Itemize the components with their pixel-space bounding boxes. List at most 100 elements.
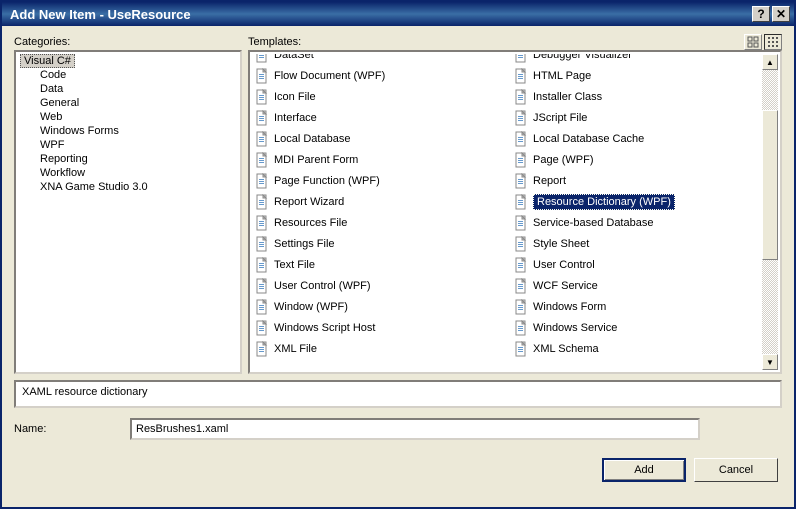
template-item[interactable]: User Control — [511, 254, 762, 275]
scroll-track[interactable] — [762, 70, 778, 354]
template-item[interactable]: Report — [511, 170, 762, 191]
template-item[interactable]: JScript File — [511, 107, 762, 128]
scrollbar[interactable]: ▲ ▼ — [762, 54, 778, 370]
file-icon — [254, 89, 270, 105]
file-icon — [513, 173, 529, 189]
template-label: Interface — [274, 112, 317, 124]
file-icon — [513, 320, 529, 336]
template-item[interactable]: WCF Service — [511, 275, 762, 296]
template-item[interactable]: Page (WPF) — [511, 149, 762, 170]
file-icon — [513, 131, 529, 147]
template-item[interactable]: Service-based Database — [511, 212, 762, 233]
template-label: JScript File — [533, 112, 587, 124]
tree-item[interactable]: Web — [16, 110, 240, 124]
template-label: Page Function (WPF) — [274, 175, 380, 187]
file-icon — [513, 110, 529, 126]
file-icon — [254, 236, 270, 252]
template-item[interactable]: Icon File — [252, 86, 503, 107]
templates-list[interactable]: DataSet Flow Document (WPF) Icon File Inter… — [248, 50, 782, 374]
file-icon — [513, 236, 529, 252]
template-label: Text File — [274, 259, 315, 271]
file-icon — [254, 152, 270, 168]
template-item[interactable]: XML Schema — [511, 338, 762, 359]
template-item[interactable]: Windows Script Host — [252, 317, 503, 338]
tree-item[interactable]: General — [16, 96, 240, 110]
template-item[interactable]: Interface — [252, 107, 503, 128]
template-label: Window (WPF) — [274, 301, 348, 313]
template-item[interactable]: Installer Class — [511, 86, 762, 107]
tree-item[interactable]: XNA Game Studio 3.0 — [16, 180, 240, 194]
close-icon: ✕ — [776, 7, 786, 21]
template-item[interactable]: Local Database — [252, 128, 503, 149]
template-label: User Control (WPF) — [274, 280, 371, 292]
file-icon — [254, 278, 270, 294]
tree-item[interactable]: WPF — [16, 138, 240, 152]
template-item[interactable]: Window (WPF) — [252, 296, 503, 317]
template-item[interactable]: Text File — [252, 254, 503, 275]
template-label: Icon File — [274, 91, 316, 103]
template-item[interactable]: Page Function (WPF) — [252, 170, 503, 191]
template-item[interactable]: Windows Service — [511, 317, 762, 338]
help-button[interactable]: ? — [752, 6, 770, 22]
template-item[interactable]: Flow Document (WPF) — [252, 65, 503, 86]
file-icon — [254, 341, 270, 357]
file-icon — [254, 131, 270, 147]
template-item[interactable]: Report Wizard — [252, 191, 503, 212]
template-item[interactable]: Settings File — [252, 233, 503, 254]
template-item[interactable]: DataSet — [252, 54, 503, 65]
description-text: XAML resource dictionary — [22, 386, 148, 398]
tree-root[interactable]: Visual C# — [16, 54, 240, 68]
file-icon — [254, 110, 270, 126]
file-icon — [513, 215, 529, 231]
tree-item[interactable]: Data — [16, 82, 240, 96]
scroll-up-button[interactable]: ▲ — [762, 54, 778, 70]
tree-item[interactable]: Windows Forms — [16, 124, 240, 138]
template-item[interactable]: MDI Parent Form — [252, 149, 503, 170]
categories-label: Categories: — [14, 36, 242, 48]
add-button[interactable]: Add — [602, 458, 686, 482]
scroll-down-button[interactable]: ▼ — [762, 354, 778, 370]
template-label: XML File — [274, 343, 317, 355]
template-item[interactable]: HTML Page — [511, 65, 762, 86]
template-item[interactable]: User Control (WPF) — [252, 275, 503, 296]
template-label: Flow Document (WPF) — [274, 70, 385, 82]
template-item[interactable]: Style Sheet — [511, 233, 762, 254]
file-icon — [254, 194, 270, 210]
template-item[interactable]: Debugger Visualizer — [511, 54, 762, 65]
scroll-thumb[interactable] — [762, 110, 778, 260]
template-item[interactable]: Windows Form — [511, 296, 762, 317]
template-label: HTML Page — [533, 70, 591, 82]
template-label: Debugger Visualizer — [533, 54, 632, 61]
file-icon — [254, 320, 270, 336]
template-item[interactable]: Local Database Cache — [511, 128, 762, 149]
template-label: Installer Class — [533, 91, 602, 103]
template-label: Resource Dictionary (WPF) — [533, 194, 675, 210]
tree-item[interactable]: Code — [16, 68, 240, 82]
file-icon — [513, 68, 529, 84]
categories-tree[interactable]: Visual C#CodeDataGeneralWebWindows Forms… — [14, 50, 242, 374]
name-input[interactable] — [130, 418, 700, 440]
file-icon — [513, 89, 529, 105]
template-item[interactable]: Resource Dictionary (WPF) — [511, 191, 762, 212]
tree-item[interactable]: Reporting — [16, 152, 240, 166]
small-icons-icon — [767, 36, 779, 48]
file-icon — [254, 215, 270, 231]
large-icons-button[interactable] — [744, 34, 762, 50]
template-item[interactable]: Resources File — [252, 212, 503, 233]
close-button[interactable]: ✕ — [772, 6, 790, 22]
file-icon — [254, 299, 270, 315]
dialog-content: Categories: Visual C#CodeDataGeneralWebW… — [2, 26, 794, 507]
template-label: Settings File — [274, 238, 335, 250]
template-item[interactable]: XML File — [252, 338, 503, 359]
template-label: Report Wizard — [274, 196, 344, 208]
tree-item[interactable]: Workflow — [16, 166, 240, 180]
file-icon — [513, 341, 529, 357]
file-icon — [254, 173, 270, 189]
template-label: Local Database — [274, 133, 350, 145]
small-icons-button[interactable] — [764, 34, 782, 50]
template-label: User Control — [533, 259, 595, 271]
template-label: DataSet — [274, 54, 314, 61]
cancel-button[interactable]: Cancel — [694, 458, 778, 482]
template-label: Windows Script Host — [274, 322, 375, 334]
file-icon — [254, 257, 270, 273]
